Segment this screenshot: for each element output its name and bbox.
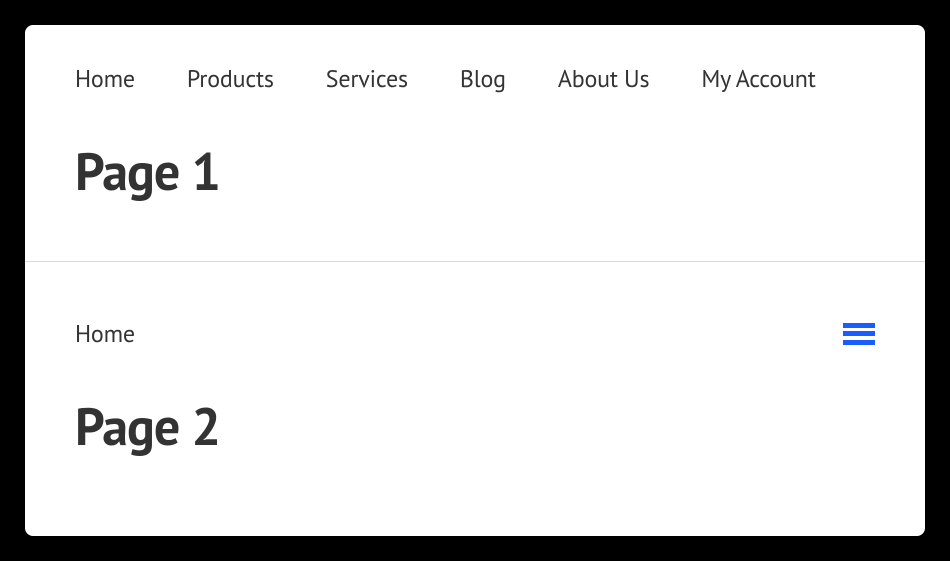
hamburger-bar [843,340,875,345]
nav-link-products[interactable]: Products [187,63,274,94]
nav-link-home[interactable]: Home [75,63,135,94]
frame: Home Products Services Blog About Us My … [25,25,925,536]
nav-link-blog[interactable]: Blog [460,63,506,94]
hamburger-bar [843,331,875,336]
nav-single: Home [75,318,135,349]
nav-full: Home Products Services Blog About Us My … [75,63,875,94]
section-page-2: Home Page 2 [25,318,925,460]
section-2-header-row: Home [75,318,875,349]
page-title: Page 2 [75,393,875,460]
nav-link-home[interactable]: Home [75,318,135,349]
divider [25,261,925,262]
nav-link-my-account[interactable]: My Account [701,63,815,94]
page-title: Page 1 [75,138,875,205]
hamburger-menu-icon[interactable] [843,323,875,345]
nav-link-services[interactable]: Services [326,63,408,94]
nav-link-about-us[interactable]: About Us [558,63,650,94]
section-page-1: Home Products Services Blog About Us My … [25,63,925,205]
hamburger-bar [843,323,875,328]
